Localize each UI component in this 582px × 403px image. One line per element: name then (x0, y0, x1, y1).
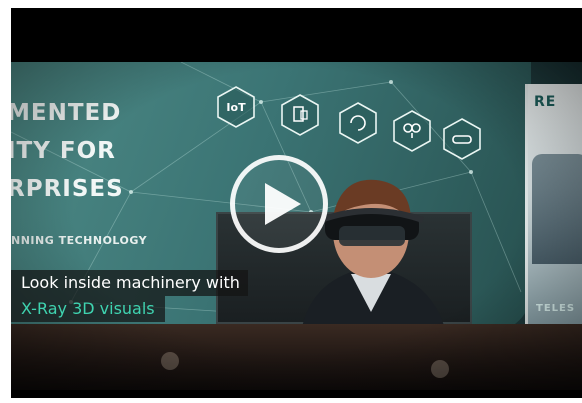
banner-subline: NNING TECHNOLOGY (11, 234, 148, 247)
bokeh-light (161, 352, 179, 370)
headline-line-1: MENTED (11, 100, 122, 126)
iot-icon: IoT (217, 86, 255, 128)
headline-line-2: ITY FOR (11, 138, 116, 164)
link-icon (393, 110, 431, 152)
headset-icon (443, 118, 481, 160)
video-caption: Look inside machinery with X-Ray 3D visu… (11, 270, 301, 325)
play-icon (265, 183, 301, 225)
banner-photo (532, 154, 582, 264)
video-player[interactable]: MENTED ITY FOR RPRISES NNING TECHNOLOGY … (11, 8, 582, 398)
table-foreground (11, 324, 582, 390)
side-roll-banner: RE TELES (525, 84, 582, 342)
cycle-icon (339, 102, 377, 144)
side-banner-brand: RE (534, 94, 557, 110)
tablet-icon (281, 94, 319, 136)
play-button[interactable] (230, 155, 328, 253)
caption-line-2: X-Ray 3D visuals (11, 296, 165, 322)
caption-line-1: Look inside machinery with (11, 270, 248, 296)
side-banner-text: TELES (536, 303, 576, 314)
banner-headline: MENTED ITY FOR RPRISES (11, 94, 124, 208)
bokeh-light (431, 360, 449, 378)
headline-line-3: RPRISES (11, 176, 124, 202)
